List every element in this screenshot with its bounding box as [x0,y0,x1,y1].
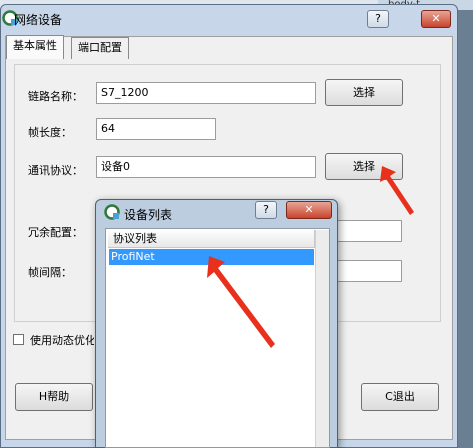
protocol-select-button[interactable]: 选择 [325,153,403,180]
device-list-title: 设备列表 [124,208,173,222]
link-name-input[interactable]: S7_1200 [96,82,316,104]
help-button[interactable]: H帮助 [15,383,93,411]
dynamic-optimization-label: 使用动态优化 [30,334,94,347]
device-list-app-icon [104,204,120,220]
dialog-close-button[interactable]: ✕ [421,10,451,28]
redundancy-label: 冗余配置： [28,226,83,239]
dynamic-optimization-checkbox[interactable] [13,334,24,345]
protocol-list-column-header[interactable]: 协议列表 [108,230,315,248]
tab-port-config[interactable]: 端口配置 [71,37,129,59]
frame-length-input[interactable]: 64 [96,118,216,140]
device-list-close-button[interactable]: ✕ [286,201,332,219]
tab-basic-properties[interactable]: 基本属性 [6,35,64,59]
frame-interval-label: 帧间隔： [28,266,72,279]
link-name-label: 链路名称： [28,90,83,103]
protocol-label: 通讯协议： [28,164,83,177]
device-list-help-button[interactable]: ? [255,201,277,219]
list-item[interactable]: ProfiNet [109,249,314,265]
exit-button[interactable]: C退出 [361,383,439,411]
frame-length-label: 帧长度： [28,126,72,139]
dialog-help-button[interactable]: ? [367,10,389,28]
listview-scrollbar[interactable] [315,230,329,447]
dialog-title: 网络设备 [14,13,63,27]
protocol-input[interactable]: 设备0 [96,156,316,178]
link-name-select-button[interactable]: 选择 [325,79,403,106]
